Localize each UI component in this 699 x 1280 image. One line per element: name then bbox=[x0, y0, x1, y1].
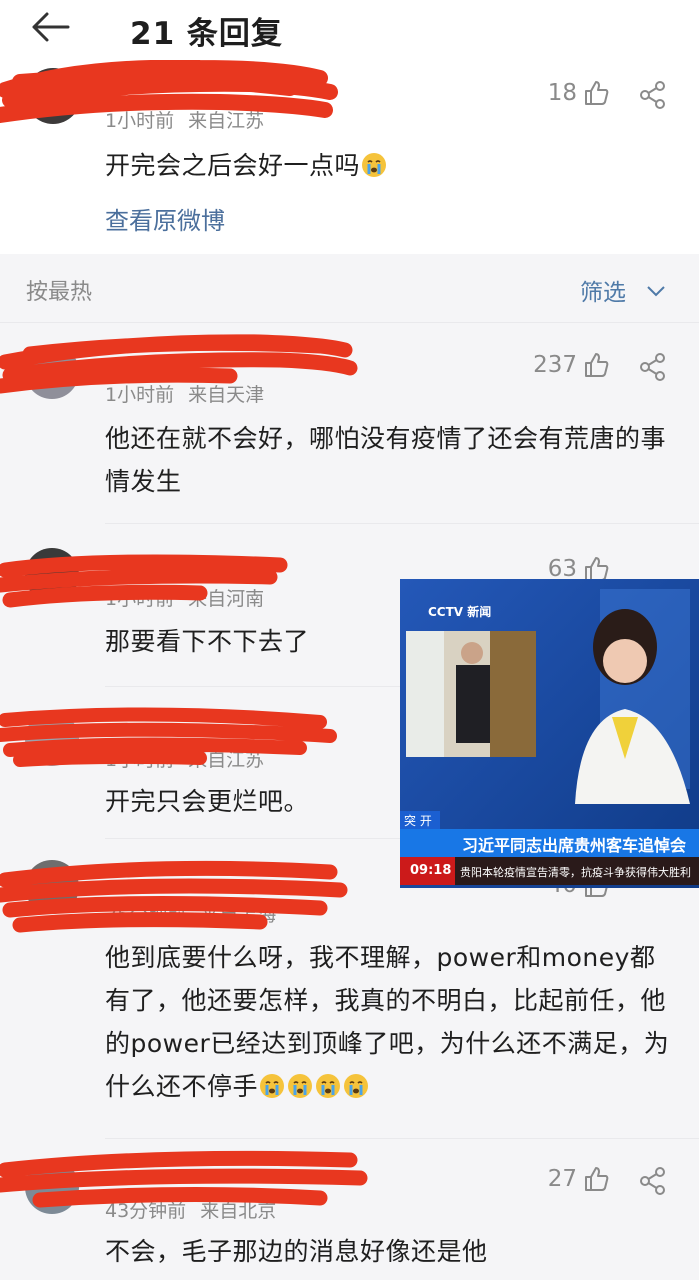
thumbs-up-icon bbox=[585, 81, 609, 105]
divider bbox=[105, 523, 699, 524]
comment-text: 不会，毛子那边的消息好像还是他 bbox=[105, 1237, 488, 1266]
crying-face-emoji bbox=[344, 1074, 369, 1098]
share-icon[interactable] bbox=[638, 80, 668, 110]
back-arrow-icon[interactable] bbox=[30, 10, 70, 44]
share-icon[interactable] bbox=[638, 1166, 668, 1196]
redaction-scribble bbox=[0, 334, 358, 394]
redaction-scribble bbox=[0, 554, 288, 608]
filter-button[interactable]: 筛选 bbox=[580, 273, 626, 307]
like-button[interactable]: 27 bbox=[548, 1166, 609, 1192]
sort-hot-label[interactable]: 按最热 bbox=[26, 274, 92, 306]
like-button[interactable]: 237 bbox=[533, 352, 609, 378]
comment-text: 他还在就不会好，哪怕没有疫情了还会有荒唐的事情发生 bbox=[105, 424, 667, 496]
news-headline: 习近平同志出席贵州客车追悼会 bbox=[462, 836, 687, 855]
crying-face-emoji bbox=[362, 153, 387, 177]
news-image[interactable]: CCTV 新闻 突 开 习近平同志出席贵州客车追悼会 09:18 贵阳本轮疫情宣… bbox=[400, 579, 699, 888]
news-time: 09:18 bbox=[410, 863, 452, 878]
like-count: 27 bbox=[547, 1166, 577, 1192]
thumbs-up-icon bbox=[585, 1167, 609, 1191]
crying-face-emoji bbox=[260, 1074, 285, 1098]
crying-face-emoji bbox=[316, 1074, 341, 1098]
redaction-scribble bbox=[0, 1150, 368, 1208]
chevron-down-icon[interactable] bbox=[646, 284, 666, 298]
root-comment: 1小时前 来自江苏 18 开完会之后会好一点吗 查看原微博 bbox=[0, 60, 699, 254]
like-button[interactable]: 18 bbox=[548, 80, 609, 106]
like-count: 237 bbox=[533, 352, 577, 378]
sort-bar: 按最热 筛选 bbox=[0, 254, 699, 322]
cctv-logo: CCTV 新闻 bbox=[428, 605, 492, 619]
redaction-scribble bbox=[0, 707, 337, 767]
crying-face-emoji bbox=[288, 1074, 313, 1098]
comment-text: 开完会之后会好一点吗 bbox=[105, 144, 675, 187]
share-icon[interactable] bbox=[638, 352, 668, 382]
divider bbox=[105, 1138, 699, 1139]
redaction-scribble bbox=[0, 60, 338, 123]
like-count: 18 bbox=[547, 80, 577, 106]
page-title: 21 条回复 bbox=[130, 16, 283, 52]
breaking-tag: 突 开 bbox=[404, 814, 432, 828]
thumbs-up-icon bbox=[585, 353, 609, 377]
comment-text: 他到底要什么呀，我不理解，power和money都有了，他还要怎样，我真的不明白… bbox=[105, 943, 670, 1101]
view-original-link[interactable]: 查看原微博 bbox=[105, 201, 225, 236]
news-ticker: 贵阳本轮疫情宣告清零，抗疫斗争获得伟大胜利 bbox=[460, 866, 691, 879]
redaction-scribble bbox=[0, 860, 348, 933]
